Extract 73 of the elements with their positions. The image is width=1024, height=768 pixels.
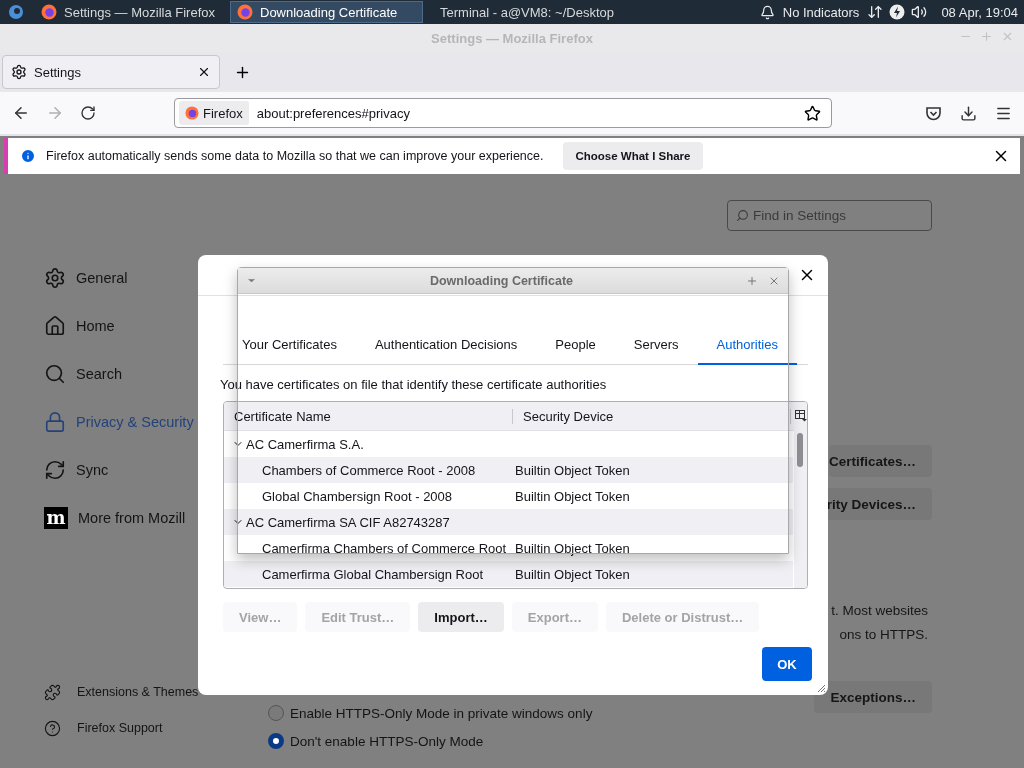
home-icon xyxy=(44,315,66,337)
taskbar-task[interactable]: Settings — Mozilla Firefox xyxy=(34,1,227,23)
table-cell-text: Global Chambersign Root - 2008 xyxy=(261,488,454,504)
sidebar-item[interactable]: General xyxy=(44,254,240,302)
close-tab-icon[interactable] xyxy=(197,65,211,79)
download-icon[interactable] xyxy=(960,104,977,122)
column-header[interactable]: Security Device xyxy=(513,408,791,424)
taskbar-task[interactable]: Downloading Certificate xyxy=(230,1,423,23)
lock-icon xyxy=(44,411,66,433)
dialog-button[interactable]: Import… xyxy=(418,602,504,632)
dialog-tab[interactable]: Servers xyxy=(614,325,698,365)
network-icon[interactable] xyxy=(867,4,884,20)
back-icon[interactable] xyxy=(12,104,30,122)
column-header[interactable]: Certificate Name xyxy=(224,408,513,424)
column-picker-icon[interactable] xyxy=(795,410,807,422)
certificates-button[interactable]: Certificates… xyxy=(828,445,932,477)
dialog-tab[interactable]: Authentication Decisions xyxy=(355,325,537,365)
table-cell-text: Builtin Object Token xyxy=(514,462,631,478)
search-icon xyxy=(736,209,749,222)
table-cell-text: Builtin Object Token xyxy=(514,488,631,504)
scroll-thumb[interactable] xyxy=(797,433,803,467)
puzzle-icon xyxy=(44,683,61,701)
taskbar-task[interactable]: Terminal - a@VM8: ~/Desktop xyxy=(426,1,619,23)
identity-chip[interactable]: Firefox xyxy=(179,101,249,125)
choose-share-button[interactable]: Choose What I Share xyxy=(563,142,703,170)
table-cell-text: Camerfirma Global Chambersign Root xyxy=(261,566,485,582)
notification-message: Firefox automatically sends some data to Mozilla so that we can improve your experience. xyxy=(46,149,544,163)
indicator-label: No Indicators xyxy=(782,4,860,20)
radio-button[interactable] xyxy=(268,705,284,721)
table-cell-text: Camerfirma Chambers of Commerce Root xyxy=(261,540,508,556)
sidebar-link[interactable]: Firefox Support xyxy=(44,710,240,746)
clock: 08 Apr, 19:04 xyxy=(941,4,1018,20)
dialog-tab[interactable]: Authorities xyxy=(697,325,797,365)
sync-icon xyxy=(44,459,66,481)
gear-icon xyxy=(11,64,27,80)
firefox-icon xyxy=(41,4,57,20)
url-text: about:preferences#privacy xyxy=(256,105,411,121)
firefox-icon xyxy=(237,4,253,20)
info-icon xyxy=(20,148,36,164)
mozilla-logo: m xyxy=(44,507,68,529)
system-menu-icon[interactable] xyxy=(8,4,24,20)
bookmark-star-icon[interactable] xyxy=(804,104,821,122)
radio-option[interactable]: Don't enable HTTPS-Only Mode xyxy=(268,727,932,755)
help-icon xyxy=(44,719,61,737)
gear-icon xyxy=(44,267,66,289)
description-text: ons to HTTPS. xyxy=(839,626,929,644)
description-text: t. Most websites xyxy=(831,602,929,620)
search-icon xyxy=(44,363,66,385)
radio-label: Don't enable HTTPS-Only Mode xyxy=(290,733,484,749)
url-bar[interactable]: Firefox about:preferences#privacy xyxy=(174,98,832,128)
table-cell-text: Builtin Object Token xyxy=(514,540,631,556)
table-cell-text: Builtin Object Token xyxy=(514,566,631,582)
volume-icon[interactable] xyxy=(911,4,928,20)
search-field[interactable]: Find in Settings xyxy=(727,200,932,231)
table-cell-text: Chambers of Commerce Root - 2008 xyxy=(261,462,477,478)
power-icon[interactable] xyxy=(889,4,906,20)
browser-tab[interactable]: Settings xyxy=(2,55,220,89)
radio-button[interactable] xyxy=(268,733,284,749)
resize-grip-icon[interactable] xyxy=(816,683,826,693)
pocket-icon[interactable] xyxy=(925,104,942,122)
exceptions-button[interactable]: Exceptions… xyxy=(814,681,932,713)
dialog-tab[interactable]: People xyxy=(536,325,615,365)
popup-title: Downloading Certificate xyxy=(428,273,575,288)
security-devices-button[interactable]: rity Devices… xyxy=(826,488,932,520)
radio-label: Enable HTTPS-Only Mode in private windows only xyxy=(290,705,593,721)
ok-button[interactable]: OK xyxy=(762,647,812,681)
sidebar-item[interactable]: m More from Mozill xyxy=(44,494,240,542)
reload-icon[interactable] xyxy=(80,105,96,121)
notification-bell-icon[interactable] xyxy=(759,4,775,20)
firefox-icon xyxy=(185,106,199,120)
description-text: You have certificates on file that identify these certificate authorities xyxy=(220,377,608,392)
tab-title: Settings xyxy=(34,64,82,80)
sidebar-link[interactable]: Extensions & Themes xyxy=(44,674,240,710)
